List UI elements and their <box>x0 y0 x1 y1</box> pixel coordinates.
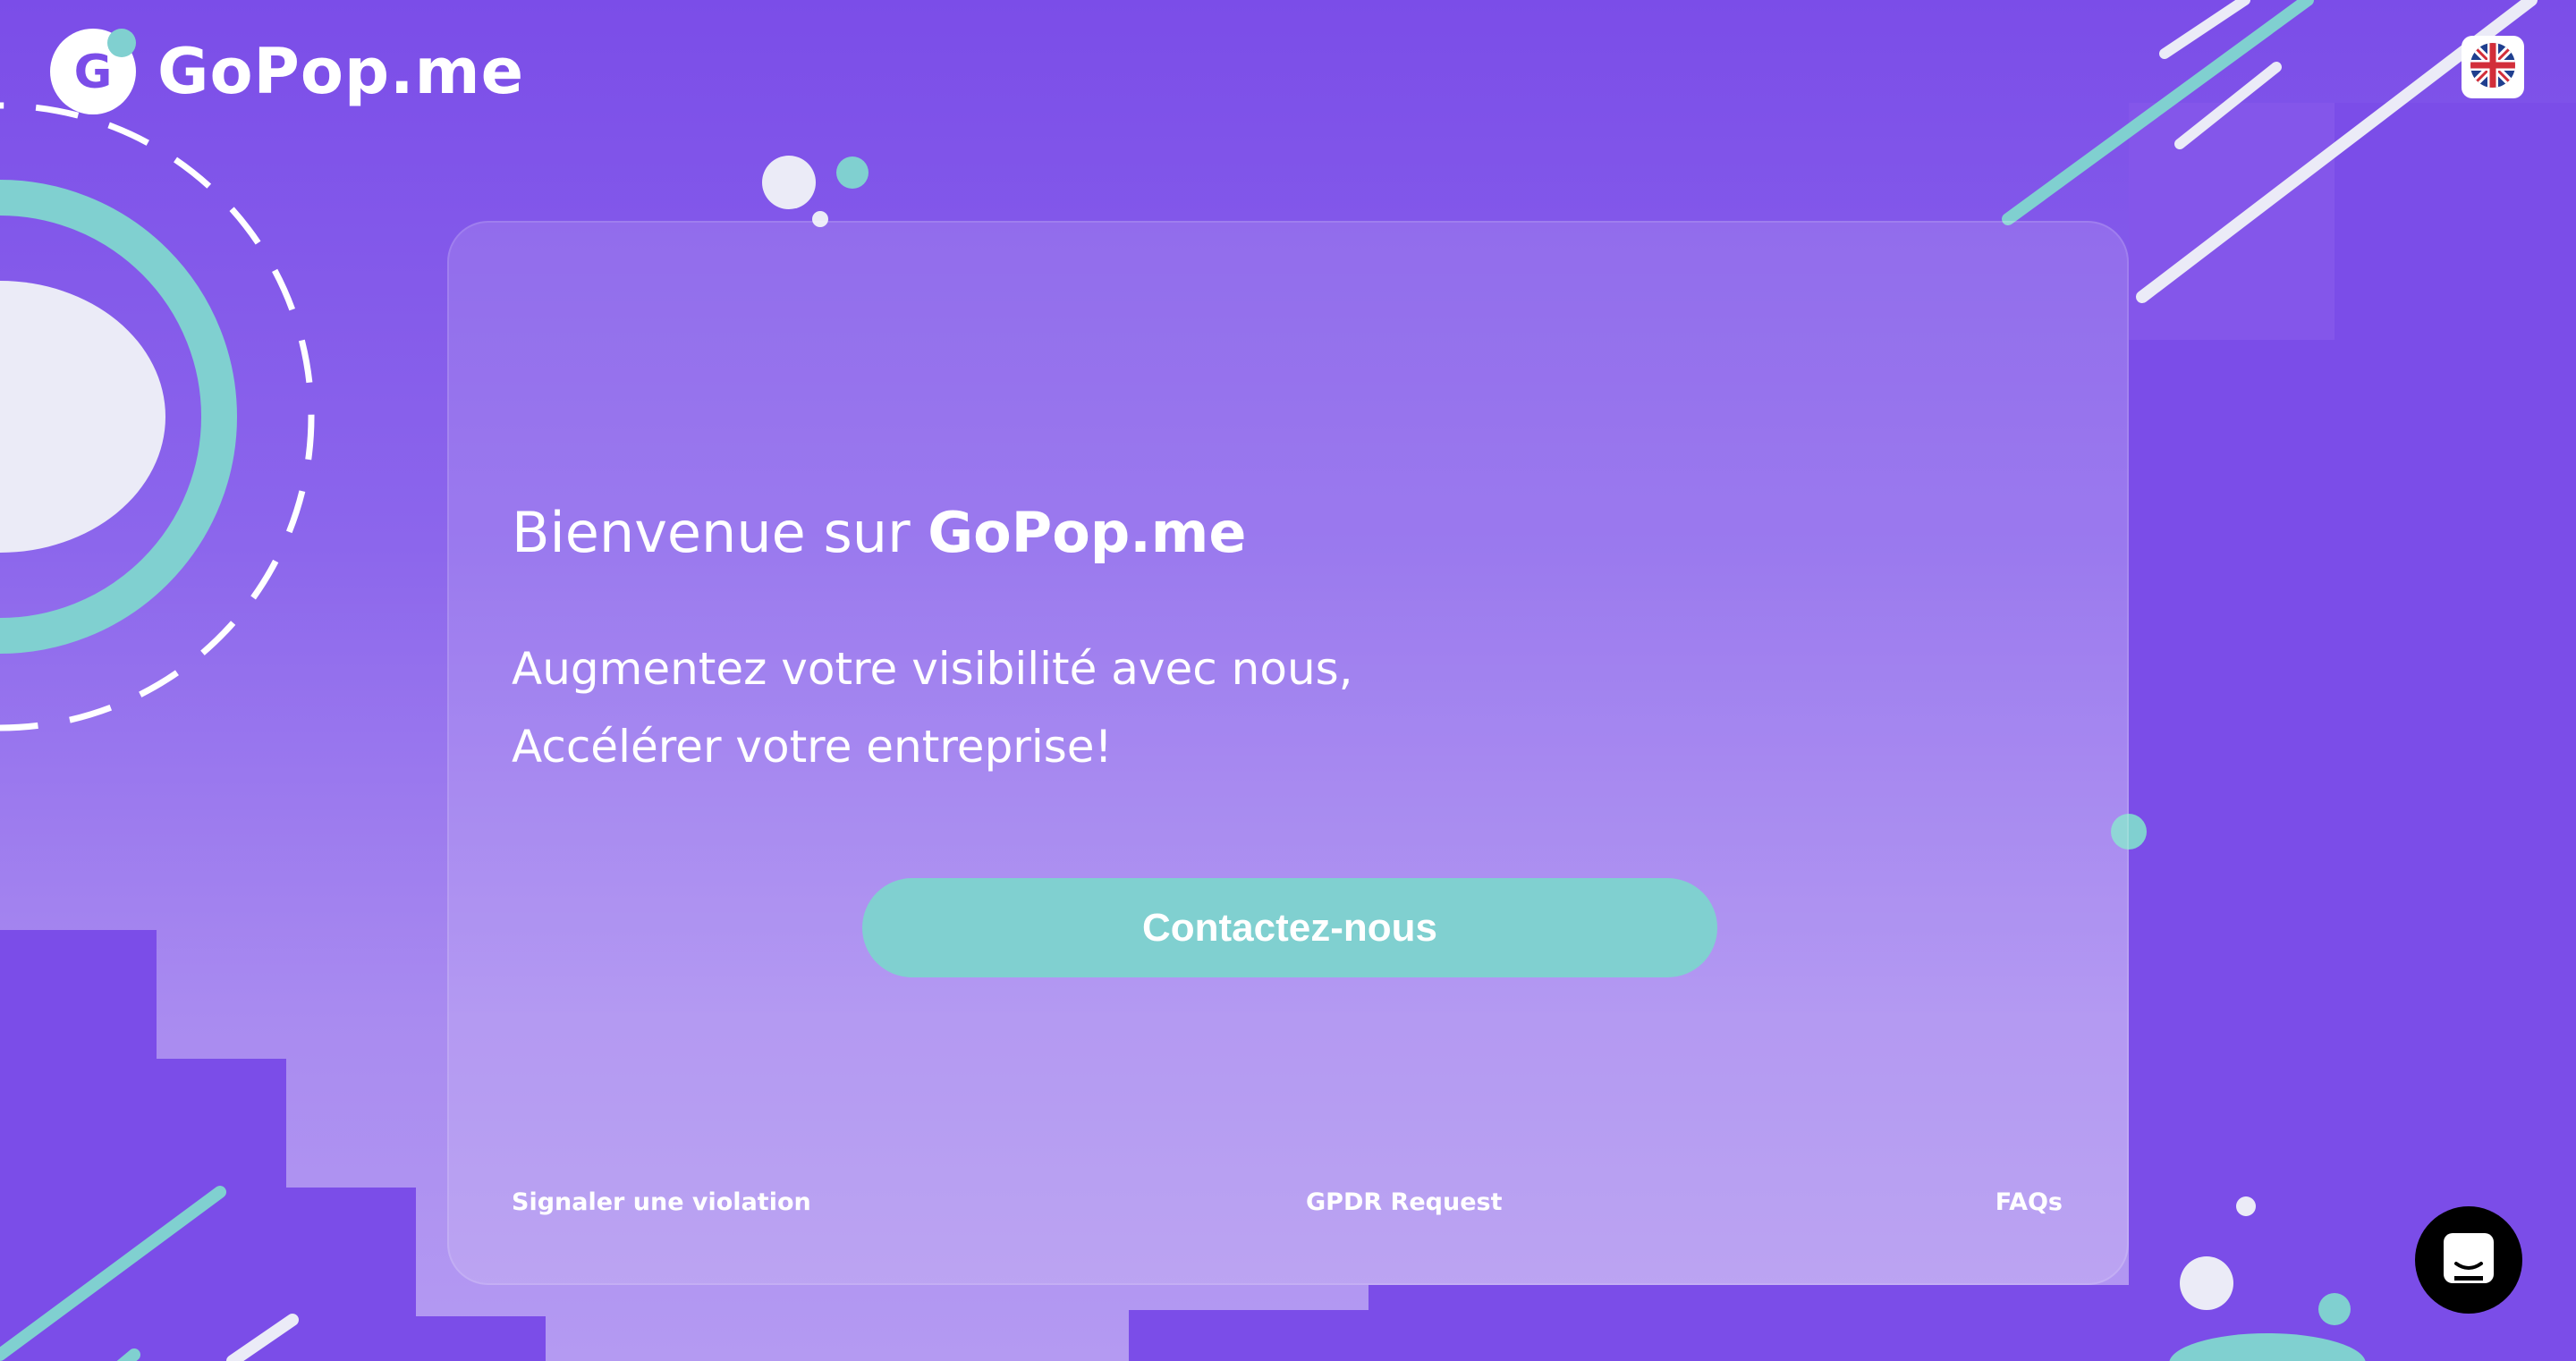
uk-flag-icon <box>2470 42 2516 92</box>
language-switcher-button[interactable] <box>2462 36 2524 98</box>
welcome-title: Bienvenue sur GoPop.me <box>512 500 1246 565</box>
report-violation-link[interactable]: Signaler une violation <box>512 1188 811 1216</box>
welcome-title-brand: GoPop.me <box>928 500 1247 565</box>
contact-button[interactable]: Contactez-nous <box>862 878 1717 977</box>
gdpr-request-link[interactable]: GPDR Request <box>1306 1188 1503 1216</box>
logo[interactable]: G GoPop.me <box>48 25 524 118</box>
logo-mark-icon: G <box>48 27 138 116</box>
faqs-link[interactable]: FAQs <box>1996 1188 2063 1216</box>
welcome-card: Bienvenue sur GoPop.me Augmentez votre v… <box>447 221 2129 1285</box>
tagline-line-1: Augmentez votre visibilité avec nous, <box>512 643 1353 695</box>
welcome-title-prefix: Bienvenue sur <box>512 500 911 565</box>
tagline-line-2: Accélérer votre entreprise! <box>512 721 1113 773</box>
chat-icon <box>2442 1231 2496 1289</box>
logo-text: GoPop.me <box>157 35 525 108</box>
chat-button[interactable] <box>2415 1206 2522 1314</box>
svg-text:G: G <box>74 46 113 99</box>
